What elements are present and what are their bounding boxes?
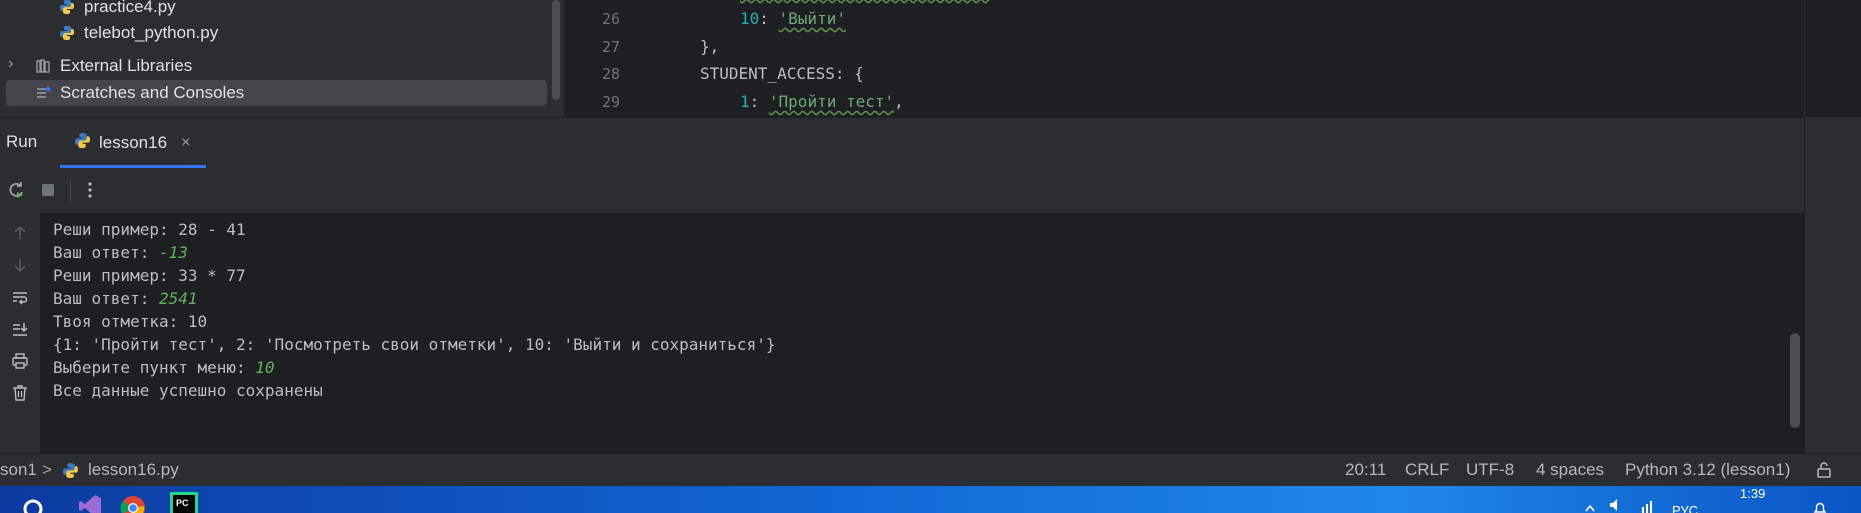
pycharm-icon[interactable]: PC [170, 492, 198, 513]
scroll-to-end-icon[interactable] [8, 317, 32, 341]
python-file-icon [62, 462, 79, 484]
console-line: Реши пример: 28 - 41 [53, 220, 246, 239]
main-area: practice4.py telebot_python.py › Externa… [0, 0, 1861, 117]
line-ending[interactable]: CRLF [1405, 460, 1449, 480]
notifications-icon[interactable] [1812, 500, 1828, 513]
arrow-down-icon[interactable] [8, 253, 32, 277]
network-icon[interactable] [1640, 497, 1656, 513]
console-line: Реши пример: 33 * 77 [53, 266, 246, 285]
windows-taskbar: PC РУС 1:39 [0, 486, 1861, 513]
tab-label: lesson16 [99, 133, 168, 152]
tree-item-label: telebot_python.py [84, 23, 219, 42]
project-scrollbar[interactable] [552, 0, 560, 100]
volume-icon[interactable] [1608, 497, 1624, 513]
right-tool-strip [1804, 117, 1861, 453]
console-scrollbar[interactable] [1790, 333, 1800, 428]
breadcrumb-file[interactable]: lesson16.py [88, 460, 179, 480]
tree-item-scratches[interactable]: Scratches and Consoles [6, 80, 547, 106]
line-number: 26 [601, 10, 620, 28]
tab-lesson16[interactable]: lesson16 × [60, 118, 206, 168]
status-bar: son1 > lesson16.py 20:11 CRLF UTF-8 4 sp… [0, 453, 1861, 487]
code-line-27: }, [700, 37, 720, 56]
more-options-icon[interactable] [78, 178, 102, 202]
library-icon [32, 55, 54, 77]
lock-icon[interactable] [1815, 461, 1833, 484]
line-number: 27 [601, 38, 620, 56]
code-line-29: 1: 'Пройти тест', [740, 92, 904, 111]
arrow-up-icon[interactable] [8, 221, 32, 245]
python-file-icon [56, 0, 78, 18]
scratches-icon [32, 82, 54, 104]
line-number: 29 [601, 93, 620, 111]
breadcrumb-separator: > [42, 460, 52, 479]
console-line: Ваш ответ: 2541 [53, 289, 198, 308]
python-run-icon [74, 132, 91, 154]
code-line-28: STUDENT_ACCESS: { [700, 64, 864, 83]
console-output[interactable]: Реши пример: 28 - 41 Ваш ответ: -13 Реши… [40, 213, 1804, 453]
console-line: Все данные успешно сохранены [53, 381, 323, 400]
tree-item-telebot-python[interactable]: telebot_python.py [56, 20, 218, 46]
console-line: Ваш ответ: -13 [53, 243, 188, 262]
caret-position[interactable]: 20:11 [1345, 460, 1386, 480]
chrome-icon[interactable] [120, 495, 146, 513]
console-line: {1: 'Пройти тест', 2: 'Посмотреть свои о… [53, 335, 776, 354]
python-interpreter[interactable]: Python 3.12 (lesson1) [1625, 460, 1790, 480]
stop-icon[interactable] [36, 178, 60, 202]
code-editor[interactable]: 26 27 28 29 ______________ ___________ 1… [564, 0, 1804, 117]
project-tool-window: practice4.py telebot_python.py › Externa… [0, 0, 564, 117]
tree-item-label: External Libraries [60, 56, 193, 75]
breadcrumb-project[interactable]: son1 [0, 460, 37, 480]
editor-right-strip [1804, 0, 1861, 117]
svg-text:PC: PC [176, 498, 189, 508]
visual-studio-icon[interactable] [78, 494, 102, 513]
file-encoding[interactable]: UTF-8 [1466, 460, 1514, 480]
line-number: 28 [601, 65, 620, 83]
chevron-up-icon[interactable] [1584, 500, 1596, 513]
toolbar-divider [70, 180, 71, 202]
search-icon[interactable] [22, 498, 48, 513]
console-line: Выберите пункт меню: 10 [53, 358, 275, 377]
print-icon[interactable] [8, 349, 32, 373]
console-line: Твоя отметка: 10 [53, 312, 208, 331]
close-icon[interactable]: × [181, 134, 190, 152]
soft-wrap-icon[interactable] [8, 285, 32, 309]
indent-setting[interactable]: 4 spaces [1536, 460, 1604, 480]
tree-item-external-libraries[interactable]: External Libraries [32, 53, 192, 79]
code-line-26: 10: 'Выйти' [740, 9, 846, 28]
clock-time[interactable]: 1:39 [1740, 486, 1765, 501]
rerun-icon[interactable] [4, 178, 28, 202]
run-title: Run [6, 132, 38, 151]
run-tool-window-header: Run lesson16 × [0, 117, 1861, 169]
chevron-right-icon[interactable]: › [8, 55, 13, 73]
input-language[interactable]: РУС [1672, 503, 1698, 513]
run-toolbar [0, 168, 1861, 213]
python-file-icon [56, 22, 78, 44]
tree-item-practice4[interactable]: practice4.py [56, 0, 176, 20]
console-side-toolbar [0, 213, 40, 453]
tree-item-label: Scratches and Consoles [60, 83, 245, 102]
trash-icon[interactable] [8, 381, 32, 405]
tree-item-label: practice4.py [84, 0, 176, 16]
